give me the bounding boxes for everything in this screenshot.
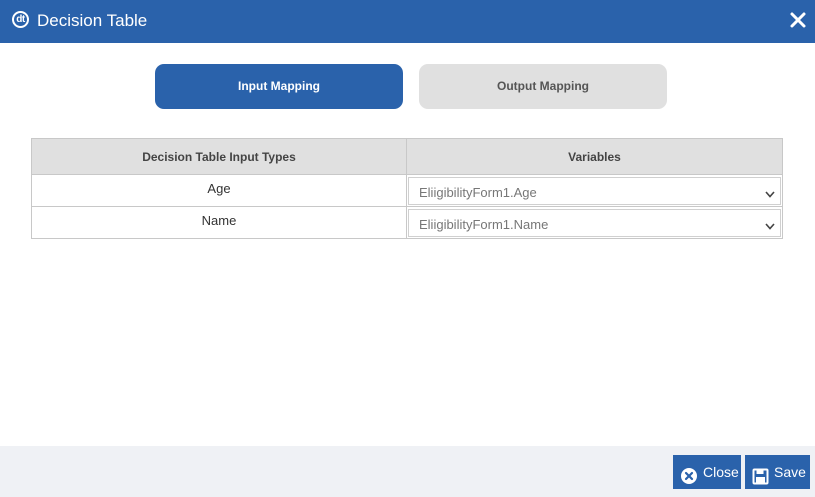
column-header-input-types: Decision Table Input Types — [31, 138, 407, 175]
variable-cell: EliigibilityForm1.Name — [406, 206, 783, 239]
circle-x-icon — [680, 463, 698, 497]
close-button[interactable]: Close — [673, 455, 741, 489]
tab-output-mapping[interactable]: Output Mapping — [419, 64, 667, 109]
close-button-label: Close — [703, 464, 739, 480]
mapping-table: Decision Table Input Types Variables Age… — [31, 138, 783, 239]
floppy-disk-icon — [752, 463, 769, 497]
title-bar: dt Decision Table — [0, 0, 815, 43]
variable-select-value: EliigibilityForm1.Name — [419, 216, 549, 232]
variable-select-value: EliigibilityForm1.Age — [419, 184, 537, 200]
input-type-cell: Age — [31, 174, 407, 207]
variable-cell: EliigibilityForm1.Age — [406, 174, 783, 207]
table-row: Age EliigibilityForm1.Age — [31, 174, 783, 207]
table-row: Name EliigibilityForm1.Name — [31, 206, 783, 239]
tab-input-mapping[interactable]: Input Mapping — [155, 64, 403, 109]
save-button[interactable]: Save — [745, 455, 810, 489]
dt-logo-icon: dt — [12, 11, 29, 28]
variable-select[interactable]: EliigibilityForm1.Age — [408, 176, 781, 205]
save-button-label: Save — [774, 464, 806, 480]
close-icon[interactable] — [788, 10, 808, 30]
table-header-row: Decision Table Input Types Variables — [31, 138, 783, 175]
chevron-down-icon — [765, 187, 775, 201]
chevron-down-icon — [765, 219, 775, 233]
variable-select[interactable]: EliigibilityForm1.Name — [408, 208, 781, 237]
input-type-cell: Name — [31, 206, 407, 239]
dialog-title: Decision Table — [37, 11, 148, 30]
column-header-variables: Variables — [406, 138, 783, 175]
decision-table-dialog: dt Decision Table Input Mapping Output M… — [0, 0, 815, 497]
